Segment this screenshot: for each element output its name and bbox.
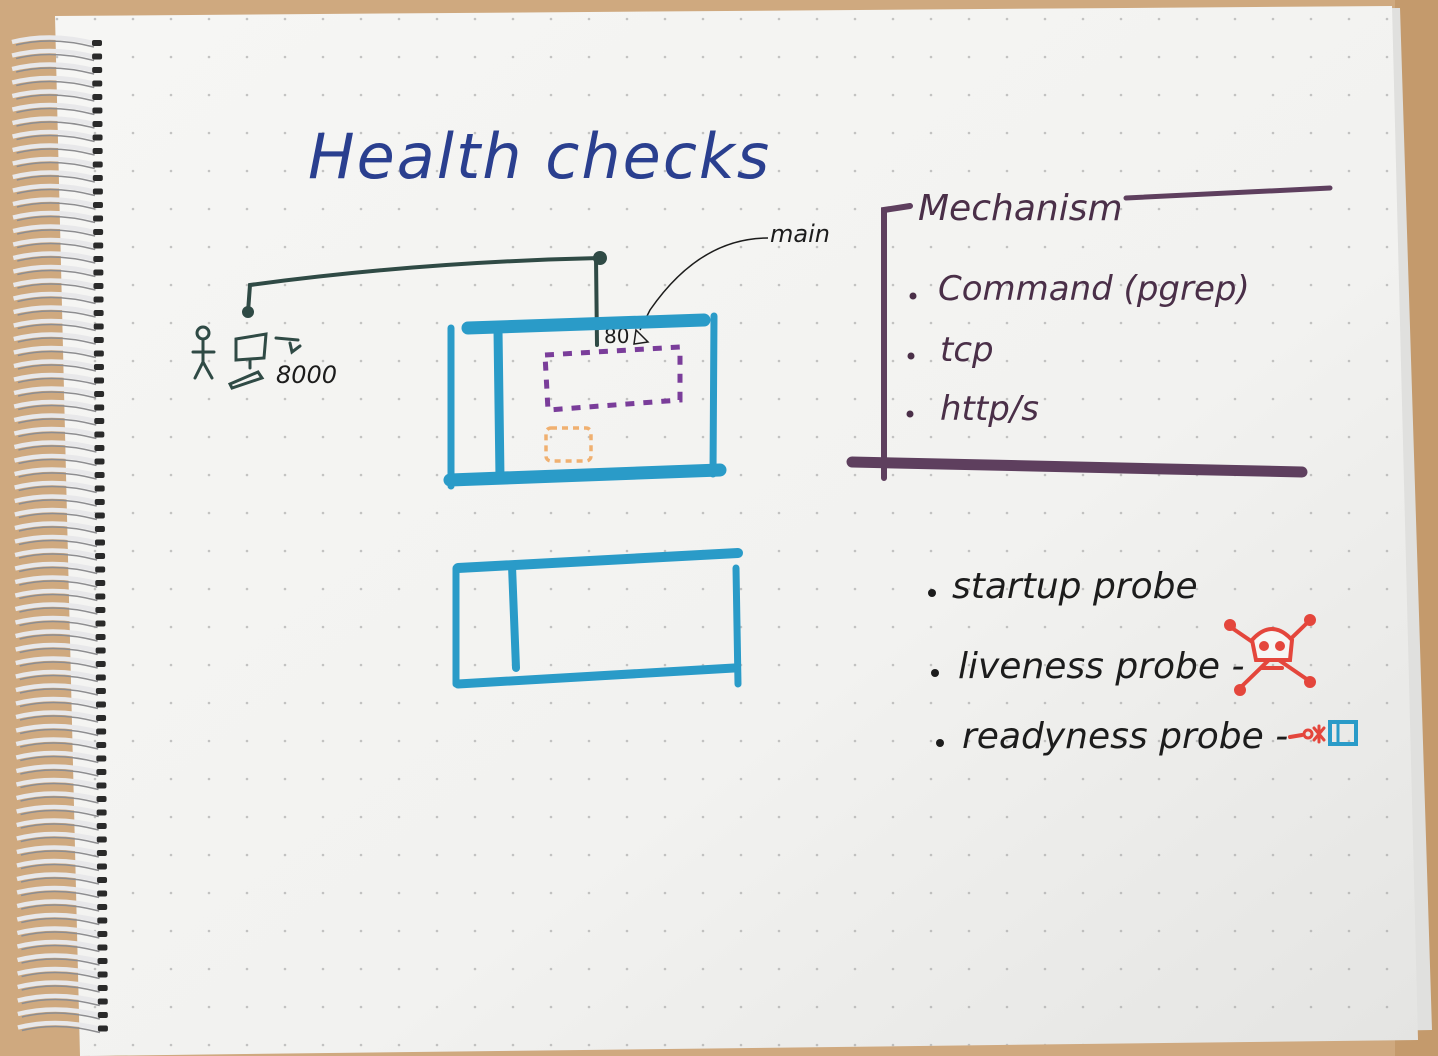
binding-hole [92,121,103,127]
binding-hole [95,553,106,559]
binding-hole [92,67,103,73]
binding-hole [95,701,106,708]
binding-hole [92,161,103,168]
binding-hole [92,40,102,46]
binding-hole [95,674,106,681]
binding-hole [96,728,107,735]
container-label-main: main [770,220,830,248]
bullet-icon [909,292,917,300]
binding-hole [94,404,105,411]
probe-item-startup: startup probe [952,566,1198,607]
binding-hole [97,877,108,883]
binding-hole [97,1012,108,1018]
binding-hole [95,688,106,694]
probe-item-liveness: liveness probe - [958,646,1245,687]
bullet-icon [931,669,939,677]
binding-hole [93,215,104,222]
binding-hole [92,134,103,141]
mechanism-heading: Mechanism [918,188,1123,229]
binding-hole [95,580,106,586]
mechanism-item-tcp: tcp [940,330,994,370]
binding-hole [97,917,108,924]
binding-hole [95,539,106,546]
binding-hole [93,364,104,370]
binding-hole [95,607,106,613]
binding-hole [95,566,106,573]
binding-hole [96,863,107,870]
binding-hole [93,242,104,249]
binding-hole [93,269,104,276]
binding-hole [97,985,108,991]
binding-hole [93,310,104,316]
binding-hole [97,1025,108,1032]
binding-hole [92,148,103,154]
binding-hole [93,323,104,330]
binding-hole [96,742,107,748]
binding-hole [97,890,108,897]
binding-hole [93,256,104,262]
binding-hole [94,512,105,519]
binding-hole [97,971,108,978]
binding-hole [97,998,108,1005]
binding-hole [93,283,104,289]
binding-hole [94,526,105,532]
binding-hole [96,809,107,816]
binding-hole [92,175,103,181]
client-port-label: 8000 [276,361,337,389]
binding-hole [96,769,107,775]
binding-hole [97,944,108,951]
binding-hole [95,661,106,667]
binding-hole [94,458,105,465]
binding-hole [93,296,104,303]
binding-hole [97,958,108,964]
binding-hole [94,499,105,505]
probe-item-readyness: readyness probe - [962,716,1288,757]
binding-hole [92,94,103,100]
binding-hole [96,836,107,843]
binding-hole [94,445,105,451]
binding-hole [95,620,106,627]
mechanism-item-command: Command (pgrep) [938,269,1250,309]
binding-hole [95,593,106,600]
binding-hole [96,755,107,762]
binding-hole [94,377,105,384]
bullet-icon [936,739,944,747]
binding-hole [94,391,105,397]
binding-hole [92,80,103,87]
binding-hole [96,715,107,721]
binding-hole [96,850,107,856]
binding-hole [96,782,107,789]
binding-hole [92,53,103,60]
binding-hole [92,202,103,208]
notebook-page: Health checks 8000 main 80 Mechanism Com… [0,0,1438,1056]
binding-hole [97,904,108,910]
mechanism-item-http: http/s [940,389,1039,429]
binding-hole [92,188,103,195]
binding-hole [94,418,105,424]
binding-hole [95,634,106,640]
binding-hole [94,431,105,438]
bullet-icon [907,352,915,360]
binding-hole [92,107,103,114]
bullet-icon [906,410,914,418]
binding-hole [93,350,104,357]
binding-hole [94,472,105,478]
binding-hole [96,796,107,802]
page-title: Health checks [308,120,771,193]
bullet-icon [928,589,936,597]
binding-hole [94,485,105,492]
binding-hole [95,647,106,654]
binding-hole [93,337,104,343]
binding-hole [97,931,108,937]
binding-hole [96,823,107,829]
binding-hole [93,229,104,235]
